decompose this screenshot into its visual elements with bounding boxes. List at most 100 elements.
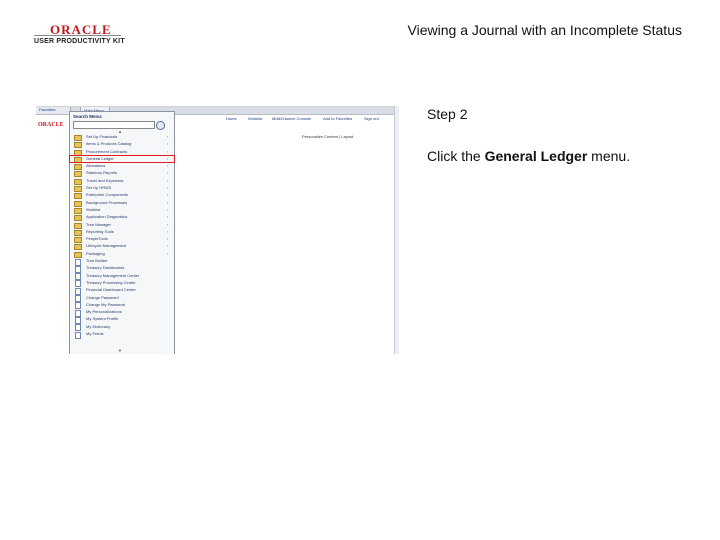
submenu-arrow-icon: › — [167, 228, 169, 234]
menu-item-set-up-hrms[interactable]: Set Up HRMS › — [70, 185, 174, 193]
search-go-icon[interactable] — [156, 121, 165, 130]
menu-item-label: Set Up HRMS — [86, 185, 112, 191]
menu-item-label: Change Password — [86, 294, 119, 300]
menu-items-list: Set Up Financials › Items & Products Catal… — [70, 134, 174, 339]
menu-item-reporting-tools[interactable]: Reporting Tools › — [70, 229, 174, 236]
general-ledger-highlight — [69, 155, 175, 163]
step-label: Step 2 — [427, 106, 468, 122]
sign-out-link[interactable]: Sign out — [364, 115, 379, 123]
menu-item-label: Change My Password — [86, 301, 126, 307]
scroll-down-icon[interactable]: ▼ — [118, 348, 122, 353]
menu-item-label: Items & Products Catalog — [86, 141, 132, 147]
menu-item-label: Application Diagnostics — [86, 214, 128, 220]
submenu-arrow-icon: › — [167, 236, 169, 242]
menu-item-worklist[interactable]: Worklist › — [70, 207, 174, 214]
menu-item-background-processes[interactable]: Background Processes › — [70, 200, 174, 207]
menu-item-label: PeopleTools — [86, 236, 108, 242]
menu-item-label: Background Processes — [86, 199, 128, 205]
menu-item-my-dictionary[interactable]: My Dictionary — [70, 323, 174, 332]
menu-item-label: Packaging — [86, 250, 105, 256]
menu-item-peopletools[interactable]: PeopleTools › — [70, 236, 174, 244]
submenu-arrow-icon: › — [167, 148, 169, 154]
menu-item-label: Enterprise Components — [86, 192, 129, 198]
menu-item-my-personalizations[interactable]: My Personalizations — [70, 309, 174, 317]
add-to-favorites-link[interactable]: Add to Favorites — [323, 115, 352, 123]
folder-icon — [74, 178, 82, 185]
menu-item-treasury-dashboards[interactable]: Treasury Dashboards — [70, 265, 174, 273]
folder-icon — [74, 244, 82, 251]
menu-item-lifecycle-management[interactable]: Lifecycle Management › — [70, 243, 174, 251]
menu-item-label: Reporting Tools — [86, 228, 114, 234]
submenu-arrow-icon: › — [167, 243, 169, 249]
folder-icon — [74, 164, 82, 171]
menu-item-enterprise-components[interactable]: Enterprise Components › — [70, 192, 174, 200]
menu-item-change-my-password[interactable]: Change My Password — [70, 301, 174, 310]
app-oracle-logo: ORACLE — [38, 122, 64, 128]
submenu-arrow-icon: › — [167, 214, 169, 220]
menu-item-label: Treasury Management Center — [86, 272, 140, 278]
submenu-arrow-icon: › — [167, 170, 169, 176]
instruction-suffix: menu. — [587, 148, 631, 164]
folder-icon — [74, 222, 82, 229]
submenu-arrow-icon: › — [167, 185, 169, 191]
menu-item-label: Treasury Processing Center — [86, 279, 136, 285]
menu-item-label: Set Up Financials — [86, 134, 118, 139]
home-link[interactable]: Home — [226, 115, 237, 123]
folder-icon — [74, 171, 82, 178]
personalize-links[interactable]: Personalize Content | Layout — [302, 134, 353, 139]
submenu-arrow-icon: › — [167, 134, 169, 139]
menu-item-allocations[interactable]: Allocations › — [70, 163, 174, 171]
menu-item-travel-and-expenses[interactable]: Travel and Expenses › — [70, 178, 174, 185]
menu-item-treasury-processing-center[interactable]: Treasury Processing Center — [70, 279, 174, 288]
menu-item-label: Tree Manager — [86, 221, 111, 227]
folder-icon — [74, 207, 82, 214]
menu-item-label: Worklist — [86, 206, 101, 212]
step-instruction: Click the General Ledger menu. — [427, 148, 630, 164]
menu-item-label: My System Profile — [86, 316, 119, 322]
menu-item-label: Procurement Contracts — [86, 148, 128, 154]
folder-icon — [74, 237, 82, 244]
logo-upk-text: USER PRODUCTIVITY KIT — [34, 38, 125, 45]
menu-item-label: My Feeds — [86, 331, 104, 337]
menu-item-packaging[interactable]: Packaging › — [70, 251, 174, 258]
menu-item-label: My Dictionary — [86, 323, 111, 329]
instruction-prefix: Click the — [427, 148, 485, 164]
folder-icon — [74, 200, 82, 207]
menu-item-tree-manager[interactable]: Tree Manager › — [70, 222, 174, 229]
menu-item-financial-dashboard-center[interactable]: Financial Dashboard Center — [70, 287, 174, 295]
folder-icon — [74, 229, 82, 236]
search-menu-label: Search Menu: — [73, 114, 103, 119]
menu-search-input[interactable] — [73, 121, 155, 129]
application-screenshot: Favorites Main Menu Home Worklist MultiC… — [36, 106, 398, 354]
folder-icon — [74, 142, 82, 149]
submenu-arrow-icon: › — [167, 163, 169, 169]
menu-item-change-password[interactable]: Change Password — [70, 294, 174, 303]
menu-item-tree-builder[interactable]: Tree Builder — [70, 258, 174, 266]
submenu-arrow-icon: › — [167, 141, 169, 147]
menu-item-label: Statutory Reports — [86, 170, 118, 176]
page-scrollbar[interactable] — [394, 106, 399, 354]
submenu-arrow-icon: › — [167, 206, 169, 212]
submenu-arrow-icon: › — [167, 250, 169, 256]
menu-item-label: Allocations — [86, 163, 106, 169]
menu-item-my-feeds[interactable]: My Feeds — [70, 331, 174, 339]
slide-title: Viewing a Journal with an Incomplete Sta… — [407, 22, 682, 38]
folder-icon — [74, 193, 82, 200]
menu-item-label: Tree Builder — [86, 258, 108, 264]
menu-item-treasury-management-center[interactable]: Treasury Management Center — [70, 272, 174, 281]
menu-item-set-up-financials[interactable]: Set Up Financials › — [70, 134, 174, 141]
menu-item-label: Treasury Dashboards — [86, 265, 125, 271]
menu-item-label: My Personalizations — [86, 309, 122, 315]
worklist-link[interactable]: Worklist — [248, 115, 262, 123]
menu-item-items-products-catalog[interactable]: Items & Products Catalog › — [70, 141, 174, 149]
folder-icon — [74, 186, 82, 193]
main-menu-dropdown: Search Menu: ▲ Set Up Financials › Items &… — [69, 111, 175, 354]
submenu-arrow-icon: › — [167, 177, 169, 183]
menu-item-my-system-profile[interactable]: My System Profile — [70, 316, 174, 324]
folder-icon — [74, 215, 82, 222]
menu-item-statutory-reports[interactable]: Statutory Reports › — [70, 170, 174, 178]
document-icon — [75, 331, 81, 339]
multichannel-console-link[interactable]: MultiChannel Console — [272, 115, 311, 123]
menu-item-application-diagnostics[interactable]: Application Diagnostics › — [70, 214, 174, 222]
tab-favorites[interactable]: Favorites — [36, 106, 71, 114]
